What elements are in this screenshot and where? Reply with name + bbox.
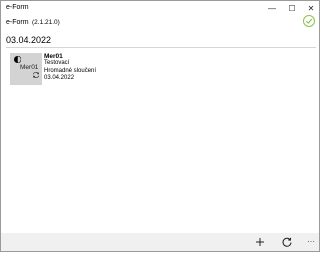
divider [6,47,316,48]
half-circle-icon [14,56,21,63]
date-group-header: 03.04.2022 [6,35,52,45]
app-name: e-Form [6,19,29,26]
thumbnail-label: Mer01 [20,64,39,71]
item-date: 03.04.2022 [44,74,75,81]
plus-icon[interactable] [254,236,266,248]
check-circle-icon[interactable] [302,14,316,28]
item-thumbnail: Mer01 [10,53,42,85]
title-bar[interactable]: e-Form — ☐ ✕ [1,1,319,17]
item-type: Hromadné sloučení [44,67,97,74]
list-item[interactable]: Mer01 Mer01 Testovací Hromadné sloučení … [10,53,130,87]
maximize-button[interactable]: ☐ [284,1,300,17]
minimize-button[interactable]: — [264,1,280,17]
sync-icon [32,71,40,79]
window-title: e-Form [6,4,29,11]
item-description: Testovací [44,60,70,67]
item-name: Mer01 [44,53,63,60]
command-bar: ··· [1,233,319,251]
app-window: e-Form — ☐ ✕ e-Form (2.1.21.0) 03.04.202… [0,0,320,252]
refresh-icon[interactable] [281,236,293,248]
more-button[interactable]: ··· [307,237,315,246]
app-header: e-Form (2.1.21.0) [1,17,319,31]
app-version: (2.1.21.0) [32,19,60,26]
item-info: Mer01 Testovací Hromadné sloučení 03.04.… [44,53,96,82]
